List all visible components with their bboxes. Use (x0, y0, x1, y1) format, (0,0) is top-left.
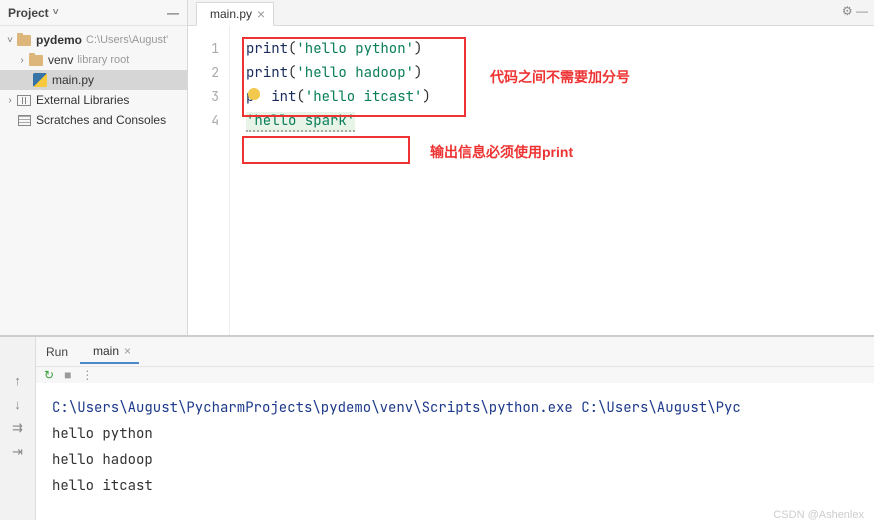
annotation-box (242, 136, 410, 164)
line-number: 1 (188, 40, 229, 64)
tree-label: Scratches and Consoles (36, 113, 166, 127)
tree-venv[interactable]: › venv library root (0, 50, 187, 70)
close-icon[interactable]: × (124, 344, 131, 358)
more-icon[interactable]: ⋮ (81, 368, 93, 382)
stop-icon[interactable]: ■ (64, 368, 71, 382)
tree-project-root[interactable]: ˅ pydemo C:\Users\August' (0, 30, 187, 50)
project-sidebar: Project ˅ — ˅ pydemo C:\Users\August' › … (0, 0, 188, 335)
tree-hint: library root (77, 54, 129, 66)
editor-area: main.py × 1 2 3 4 print('hello python') … (188, 0, 874, 335)
python-file-icon (32, 72, 48, 88)
tree-label: venv (48, 53, 73, 67)
line-number: 3 (188, 88, 229, 112)
scroll-to-end-icon[interactable]: ⇥ (11, 445, 25, 459)
console-command: C:\Users\August\PycharmProjects\pydemo\v… (52, 395, 858, 421)
expand-icon[interactable]: › (4, 95, 16, 106)
annotation-text: 代码之间不需要加分号 (490, 67, 630, 87)
console-line: hello python (52, 421, 858, 447)
console-output[interactable]: C:\Users\August\PycharmProjects\pydemo\v… (36, 383, 874, 520)
soft-wrap-icon[interactable]: ⇉ (11, 421, 25, 435)
rerun-icon[interactable]: ↻ (44, 368, 54, 382)
tab-label: main.py (210, 7, 252, 21)
down-arrow-icon[interactable]: ↓ (11, 397, 25, 411)
watermark: CSDN @Ashenlex (773, 509, 864, 521)
folder-icon (16, 32, 32, 48)
tree-label: pydemo (36, 33, 82, 47)
expand-icon[interactable]: › (16, 55, 28, 66)
tree-main-py[interactable]: main.py (0, 70, 187, 90)
line-gutter: 1 2 3 4 (188, 26, 230, 335)
line-number: 2 (188, 64, 229, 88)
run-panel-label: Run (40, 345, 74, 359)
editor-tab-main[interactable]: main.py × (196, 2, 274, 26)
console-line: hello itcast (52, 473, 858, 499)
expand-icon[interactable]: ˅ (4, 35, 16, 46)
run-toolbar-horizontal: ↻ ■ ⋮ (36, 367, 874, 383)
code-content[interactable]: print('hello python') print('hello hadoo… (230, 26, 874, 335)
run-panel: ↑ ↓ ⇉ ⇥ Run main × ⚙ — ↻ ■ ⋮ C:\Users\Au… (0, 335, 874, 520)
chevron-down-icon[interactable]: ˅ (53, 7, 59, 18)
console-line: hello hadoop (52, 447, 858, 473)
run-toolbar-vertical: ↑ ↓ ⇉ ⇥ (0, 337, 36, 520)
run-tab-main[interactable]: main × (80, 340, 139, 364)
run-tab-label: main (93, 344, 119, 358)
close-icon[interactable]: × (257, 6, 265, 22)
project-tree: ˅ pydemo C:\Users\August' › venv library… (0, 26, 187, 134)
up-arrow-icon[interactable]: ↑ (11, 373, 25, 387)
folder-icon (28, 52, 44, 68)
gear-icon[interactable]: ⚙ — (842, 4, 868, 18)
sidebar-title: Project (8, 6, 49, 20)
annotation-text: 输出信息必须使用print (430, 142, 573, 162)
editor-tabs: main.py × (188, 0, 874, 26)
tree-external-libraries[interactable]: › External Libraries (0, 90, 187, 110)
minimize-icon[interactable]: — (167, 6, 179, 20)
line-number: 4 (188, 112, 229, 136)
library-icon (16, 92, 32, 108)
code-line: 'hello spark' (230, 112, 874, 136)
tree-path-hint: C:\Users\August' (86, 34, 168, 46)
intention-bulb-icon[interactable] (248, 88, 260, 100)
sidebar-header[interactable]: Project ˅ — (0, 0, 187, 26)
scratches-icon (16, 112, 32, 128)
tree-label: main.py (52, 73, 94, 87)
tree-label: External Libraries (36, 93, 129, 107)
code-editor[interactable]: 1 2 3 4 print('hello python') print('hel… (188, 26, 874, 335)
code-line: p int('hello itcast') (230, 88, 874, 112)
run-tabs: Run main × ⚙ — (36, 337, 874, 367)
code-line: print('hello python') (230, 40, 874, 64)
tree-scratches[interactable]: › Scratches and Consoles (0, 110, 187, 130)
